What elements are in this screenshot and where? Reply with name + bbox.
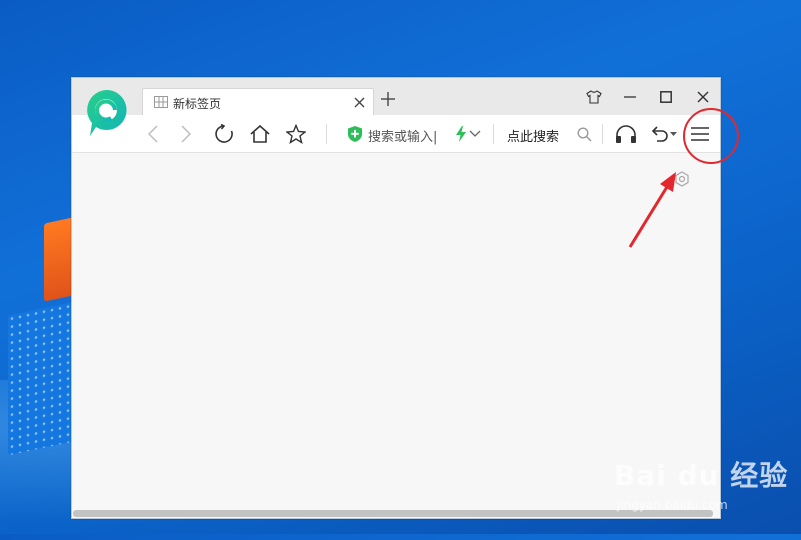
undo-icon xyxy=(651,126,668,142)
media-button[interactable] xyxy=(615,124,637,144)
search-button[interactable] xyxy=(573,124,595,144)
accelerate-dropdown[interactable] xyxy=(468,124,482,144)
minimize-icon xyxy=(624,96,636,98)
maximize-icon xyxy=(660,91,672,103)
favorites-button[interactable] xyxy=(285,124,307,144)
search-icon xyxy=(576,126,592,142)
refresh-button[interactable] xyxy=(213,124,235,144)
maximize-button[interactable] xyxy=(655,87,677,107)
new-tab-plus-icon[interactable] xyxy=(381,92,395,106)
address-bar-placeholder: 搜索或输入| xyxy=(368,130,438,145)
headphones-icon xyxy=(616,125,636,143)
browser-window: 新标签页 搜索或输入| 点此搜索 xyxy=(71,77,721,519)
watermark-url: jingyan.baidu.com xyxy=(617,498,728,512)
address-divider xyxy=(493,124,494,144)
baidu-jingyan-watermark: Bai du 经验 jingyan.baidu.com xyxy=(614,454,789,524)
windows-logo-blue-pane xyxy=(8,300,78,456)
minimize-button[interactable] xyxy=(619,87,641,107)
home-button[interactable] xyxy=(249,124,271,144)
tab-title: 新标签页 xyxy=(173,97,222,111)
back-button[interactable] xyxy=(142,124,164,144)
annotation-arrow xyxy=(628,172,676,248)
forward-button[interactable] xyxy=(175,124,197,144)
lightning-icon xyxy=(456,126,466,142)
close-tab-icon[interactable] xyxy=(354,97,365,108)
chevron-down-icon xyxy=(469,130,481,137)
home-icon xyxy=(250,124,270,143)
tab-new-tab[interactable]: 新标签页 xyxy=(142,88,374,116)
shield-icon xyxy=(348,126,362,142)
skin-button[interactable] xyxy=(583,87,605,107)
security-shield[interactable] xyxy=(344,124,366,144)
search-divider xyxy=(602,124,603,144)
close-window-button[interactable] xyxy=(692,87,714,107)
chevron-right-icon xyxy=(181,125,191,143)
caret-down-icon xyxy=(669,131,677,136)
refresh-icon xyxy=(215,124,233,143)
shirt-icon xyxy=(586,90,602,104)
annotation-circle xyxy=(683,108,739,164)
grid-icon xyxy=(154,96,168,108)
chevron-left-icon xyxy=(148,125,158,143)
watermark-brand: Bai du 经验 xyxy=(614,459,789,492)
undo-close-button[interactable] xyxy=(648,124,670,144)
undo-dropdown[interactable] xyxy=(669,124,677,144)
title-bar: 新标签页 xyxy=(72,78,720,116)
search-button-label[interactable]: 点此搜索 xyxy=(507,126,559,145)
toolbar: 搜索或输入| 点此搜索 xyxy=(72,115,720,153)
toolbar-divider xyxy=(326,124,327,144)
browser-logo-icon xyxy=(87,89,127,136)
close-icon xyxy=(697,91,709,103)
star-icon xyxy=(286,124,306,144)
